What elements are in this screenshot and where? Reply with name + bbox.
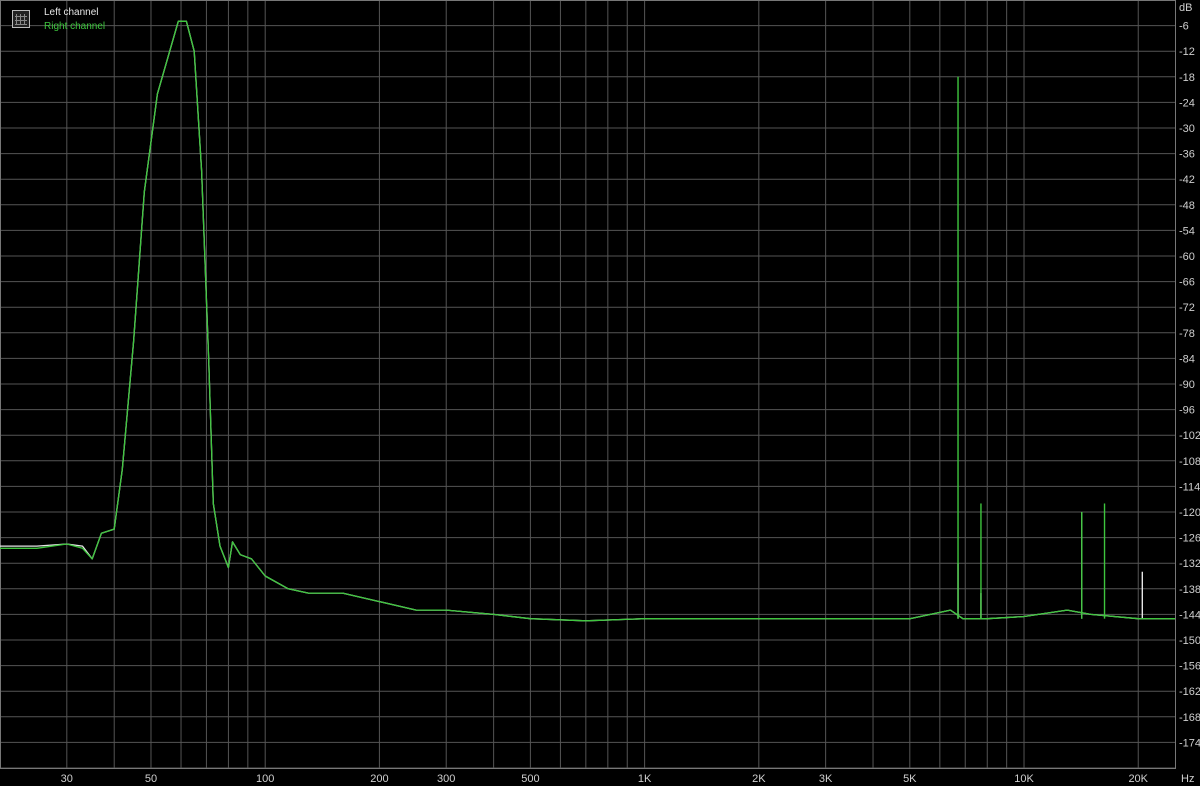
x-tick-label: 5K [903,773,917,785]
x-tick-label: 200 [370,773,388,785]
y-tick-label: -24 [1179,97,1195,109]
x-tick-label: 3K [819,773,833,785]
y-tick-label: -84 [1179,353,1195,365]
y-tick-label: -30 [1179,123,1195,135]
x-tick-label: 1K [638,773,652,785]
y-unit-label: dB [1179,2,1192,14]
y-tick-label: -156 [1179,661,1200,673]
x-tick-label: 100 [256,773,274,785]
y-tick-label: -42 [1179,174,1195,186]
y-tick-label: -72 [1179,302,1195,314]
spectrum-chart: -6 -12 -18 -24 -30 -36 -42 -48 -54 -60 -66 -72 -78 -8… [0,0,1200,786]
x-unit-label: Hz [1181,773,1194,785]
y-tick-label: -36 [1179,149,1195,161]
y-tick-label: -108 [1179,456,1200,468]
y-tick-label: -174 [1179,737,1200,749]
x-tick-label: 300 [437,773,455,785]
y-tick-label: -90 [1179,379,1195,391]
y-tick-label: -162 [1179,686,1200,698]
y-tick-label: -144 [1179,609,1200,621]
chart-background [0,0,1200,786]
legend-left-channel: Left channel [44,7,99,18]
x-tick-label: 50 [145,773,157,785]
y-tick-label: -60 [1179,251,1195,263]
legend-right-channel: Right channel [44,21,106,32]
x-tick-label: 2K [752,773,766,785]
y-tick-label: -126 [1179,533,1200,545]
y-tick-label: -150 [1179,635,1200,647]
y-tick-label: -96 [1179,405,1195,417]
y-tick-label: -120 [1179,507,1200,519]
x-tick-label: 10K [1014,773,1034,785]
y-tick-label: -48 [1179,200,1195,212]
y-tick-label: -54 [1179,225,1195,237]
grid-icon[interactable] [12,10,30,28]
y-tick-label: -12 [1179,46,1195,58]
y-tick-label: -6 [1179,21,1189,33]
y-tick-label: -132 [1179,558,1200,570]
x-tick-label: 30 [61,773,73,785]
x-tick-label: 500 [521,773,539,785]
y-tick-label: -66 [1179,277,1195,289]
y-tick-label: -102 [1179,430,1200,442]
y-tick-label: -78 [1179,328,1195,340]
y-tick-label: -114 [1179,481,1200,493]
y-tick-label: -138 [1179,584,1200,596]
y-tick-label: -168 [1179,712,1200,724]
x-tick-label: 20K [1128,773,1148,785]
y-tick-label: -18 [1179,72,1195,84]
